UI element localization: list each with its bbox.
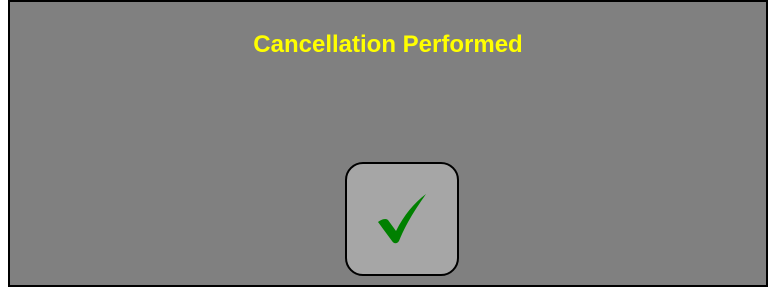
- checkmark-icon: [378, 194, 426, 244]
- cancellation-dialog: Cancellation Performed: [8, 0, 768, 287]
- dialog-title: Cancellation Performed: [253, 31, 523, 58]
- confirm-button[interactable]: [345, 162, 459, 276]
